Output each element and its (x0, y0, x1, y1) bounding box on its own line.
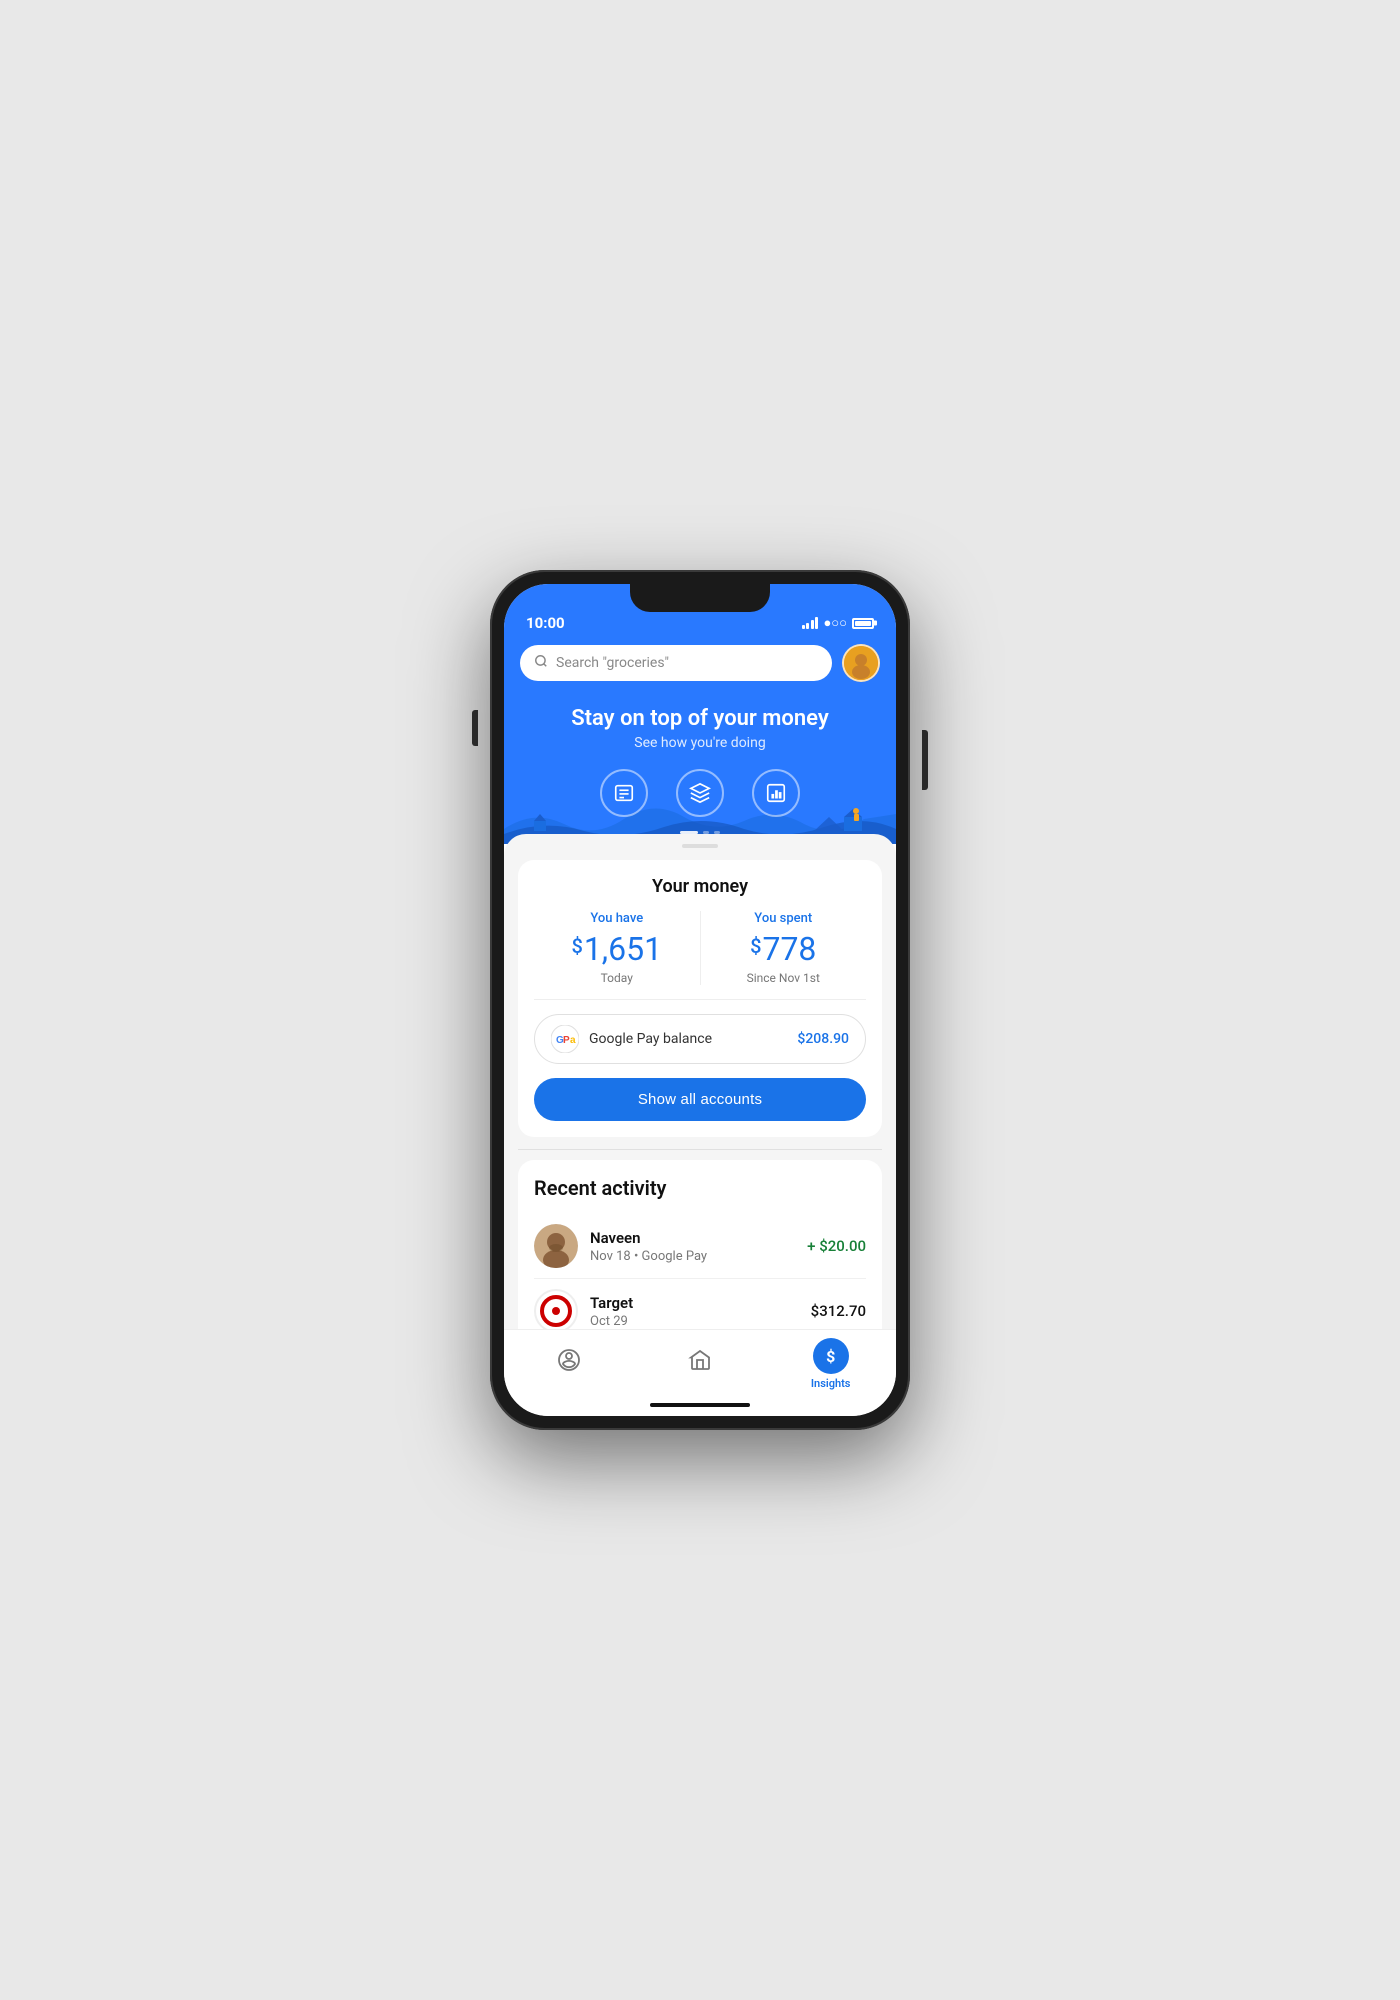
target-amount: $312.70 (811, 1302, 866, 1320)
search-bar[interactable]: Search "groceries" (520, 645, 832, 681)
nav-item-insights[interactable]: $ Insights (765, 1338, 896, 1390)
activity-item-naveen[interactable]: Naveen Nov 18 • Google Pay + $20.00 (534, 1214, 866, 1278)
money-card: Your money You have $ 1,651 Today You sp… (518, 860, 882, 1137)
target-detail: Oct 29 (590, 1314, 799, 1329)
insights-nav-label: Insights (811, 1377, 851, 1390)
search-placeholder-text: Search "groceries" (556, 655, 669, 671)
you-spent-label: You spent (701, 911, 867, 926)
you-have-value: 1,651 (584, 930, 662, 968)
target-info: Target Oct 29 (590, 1294, 799, 1329)
home-bar (650, 1403, 750, 1407)
nav-item-home[interactable] (635, 1348, 766, 1381)
naveen-detail: Nov 18 • Google Pay (590, 1249, 795, 1264)
status-time: 10:00 (526, 614, 565, 632)
activity-item-target[interactable]: Target Oct 29 $312.70 (534, 1278, 866, 1329)
naveen-name: Naveen (590, 1229, 795, 1247)
target-icon (540, 1295, 572, 1327)
user-avatar[interactable] (842, 644, 880, 682)
svg-text:P: P (563, 1035, 570, 1046)
bottom-nav: $ Insights (504, 1329, 896, 1394)
you-have-dollar: $ (571, 934, 582, 958)
header-blue: Search "groceries" (504, 636, 896, 844)
money-stats-row: You have $ 1,651 Today You spent $ 77 (534, 911, 866, 1000)
divider (518, 1149, 882, 1150)
search-row: Search "groceries" (520, 644, 880, 682)
target-logo (534, 1289, 578, 1329)
naveen-info: Naveen Nov 18 • Google Pay (590, 1229, 795, 1264)
money-card-title: Your money (534, 876, 866, 897)
phone-frame: 10:00 ●○○ (490, 570, 910, 1430)
chart-icon-btn[interactable] (752, 769, 800, 817)
hero-subtitle: See how you're doing (520, 735, 880, 751)
hero-section: Stay on top of your money See how you're… (520, 698, 880, 751)
you-spent-dollar: $ (750, 934, 761, 958)
you-have-label: You have (534, 911, 700, 926)
phone-notch (630, 584, 770, 612)
battery-icon (852, 618, 874, 629)
you-have-stat: You have $ 1,651 Today (534, 911, 700, 985)
naveen-amount: + $20.00 (807, 1237, 866, 1255)
recent-activity-section: Recent activity (518, 1160, 882, 1329)
main-content: Your money You have $ 1,651 Today You sp… (504, 834, 896, 1329)
balance-left: G P a Google Pay balance (551, 1025, 712, 1053)
home-indicator (504, 1394, 896, 1416)
target-name: Target (590, 1294, 799, 1312)
screen-content: 10:00 ●○○ (504, 584, 896, 1416)
hero-title: Stay on top of your money (520, 706, 880, 731)
wifi-icon: ●○○ (823, 615, 847, 631)
gpay-icon: G P a (551, 1025, 579, 1053)
naveen-avatar (534, 1224, 578, 1268)
signal-icon (802, 617, 819, 629)
drag-handle (682, 844, 718, 848)
recent-activity-title: Recent activity (534, 1176, 866, 1200)
status-icons: ●○○ (802, 615, 874, 631)
you-have-amount: $ 1,651 (534, 930, 700, 968)
phone-screen: 10:00 ●○○ (504, 584, 896, 1416)
search-icon (534, 654, 548, 672)
you-have-period: Today (534, 971, 700, 985)
you-spent-amount: $ 778 (701, 930, 867, 968)
you-spent-value: 778 (762, 930, 816, 968)
insights-icon: $ (826, 1347, 835, 1366)
you-spent-stat: You spent $ 778 Since Nov 1st (700, 911, 867, 985)
you-spent-period: Since Nov 1st (701, 971, 867, 985)
svg-text:a: a (570, 1035, 576, 1046)
home-icon (688, 1348, 712, 1378)
show-all-accounts-button[interactable]: Show all accounts (534, 1078, 866, 1121)
card-icon-btn[interactable] (676, 769, 724, 817)
feature-icons-row (520, 769, 880, 817)
balance-amount: $208.90 (797, 1031, 849, 1047)
transactions-icon-btn[interactable] (600, 769, 648, 817)
nav-item-pay[interactable] (504, 1348, 635, 1381)
pay-icon (557, 1348, 581, 1378)
balance-label: Google Pay balance (589, 1031, 712, 1047)
balance-row[interactable]: G P a Google Pay balance $208.90 (534, 1014, 866, 1064)
insights-icon-wrap: $ (813, 1338, 849, 1374)
